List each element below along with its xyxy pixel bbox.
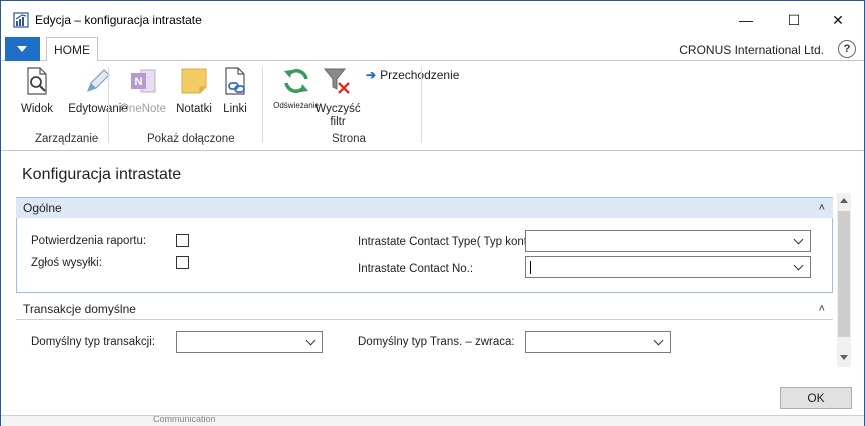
chevron-down-icon[interactable]: [794, 259, 804, 273]
group-label-manage: Zarządzanie: [35, 133, 99, 145]
scroll-up-arrow-icon[interactable]: [840, 198, 848, 203]
minimize-button[interactable]: —: [723, 7, 769, 33]
ok-button[interactable]: OK: [780, 387, 852, 409]
group-separator: [262, 67, 263, 143]
fasttab-default-transactions-header[interactable]: Transakcje domyślne ˄: [16, 299, 833, 319]
text-cursor: [530, 261, 531, 274]
maximize-button[interactable]: ☐: [771, 7, 817, 33]
title-bar: Edycja – konfiguracja intrastate — ☐ ✕: [1, 1, 864, 37]
chevron-down-icon[interactable]: [794, 233, 804, 247]
section-divider: [16, 319, 833, 320]
onenote-button-label: OneNote: [119, 103, 167, 115]
default-trans-return-label: Domyślny typ Trans. – zwraca:: [358, 336, 515, 348]
report-receipts-checkbox[interactable]: [176, 234, 189, 247]
default-trans-return-select[interactable]: [525, 331, 671, 353]
report-receipts-label: Potwierdzenia raportu:: [31, 235, 147, 247]
onenote-icon: N: [131, 69, 156, 93]
shipments-report-label: Zgłoś wysyłki:: [31, 257, 102, 269]
tab-home[interactable]: HOME: [46, 37, 98, 62]
chevron-down-icon[interactable]: [654, 334, 664, 348]
dialog-window: Edycja – konfiguracja intrastate — ☐ ✕ H…: [0, 0, 865, 426]
clear-filter-button-label: Wyczyść filtr: [315, 103, 361, 128]
view-button-label: Widok: [21, 103, 53, 115]
navigate-action-label: Przechodzenie: [380, 68, 460, 82]
shipments-report-checkbox[interactable]: [176, 256, 189, 269]
contact-no-label: Intrastate Contact No.:: [358, 263, 474, 275]
ribbon-tab-row: HOME CRONUS International Ltd. ?: [1, 37, 864, 62]
default-transaction-type-label: Domyślny typ transakcji:: [31, 336, 155, 348]
application-menu-button[interactable]: [5, 37, 40, 61]
ribbon: Widok Edytowanie N OneNote Notatki Linki…: [1, 61, 864, 151]
svg-text:N: N: [135, 76, 143, 88]
contact-type-select[interactable]: [525, 230, 811, 252]
window-title: Edycja – konfiguracja intrastate: [35, 13, 202, 27]
group-label-page: Strona: [332, 133, 366, 145]
dynamics-nav-icon: [13, 12, 29, 28]
onenote-button[interactable]: N OneNote: [114, 65, 172, 116]
contact-no-select[interactable]: [525, 256, 811, 278]
default-transaction-type-select[interactable]: [176, 331, 323, 353]
links-button-label: Linki: [223, 103, 247, 115]
clear-filter-button[interactable]: Wyczyść filtr: [309, 65, 367, 129]
chevron-down-icon[interactable]: [306, 334, 316, 348]
group-label-show-attached: Pokaż dołączone: [147, 133, 235, 145]
group-separator: [421, 67, 422, 143]
vertical-scrollbar[interactable]: [837, 193, 851, 367]
link-page-icon: [225, 67, 245, 95]
background-page-strip: Communication: [1, 415, 864, 426]
page-title: Konfiguracja intrastate: [22, 166, 182, 183]
close-button[interactable]: ✕: [815, 7, 861, 33]
fasttab-general-header[interactable]: Ogólne ˄: [16, 198, 833, 218]
refresh-icon: [284, 69, 308, 93]
collapse-icon[interactable]: ˄: [819, 299, 825, 319]
links-button[interactable]: Linki: [207, 65, 263, 116]
collapse-icon[interactable]: ˄: [819, 198, 825, 218]
navigate-action[interactable]: ➔ Przechodzenie: [366, 68, 459, 82]
pencil-icon: [86, 69, 110, 93]
background-strip-text: Communication: [153, 415, 216, 424]
sticky-note-icon: [181, 68, 207, 94]
arrow-right-icon: ➔: [366, 68, 377, 82]
company-name: CRONUS International Ltd.: [679, 43, 824, 57]
help-button[interactable]: ?: [838, 40, 856, 58]
clear-filter-icon: [323, 68, 350, 94]
view-button[interactable]: Widok: [9, 65, 65, 116]
fasttab-default-transactions-title: Transakcje domyślne: [23, 302, 136, 316]
fasttab-general-title: Ogólne: [23, 201, 62, 215]
scrollbar-thumb[interactable]: [838, 211, 850, 337]
scroll-down-arrow-icon[interactable]: [840, 355, 848, 360]
group-separator: [108, 67, 109, 143]
magnifier-page-icon: [27, 67, 47, 95]
